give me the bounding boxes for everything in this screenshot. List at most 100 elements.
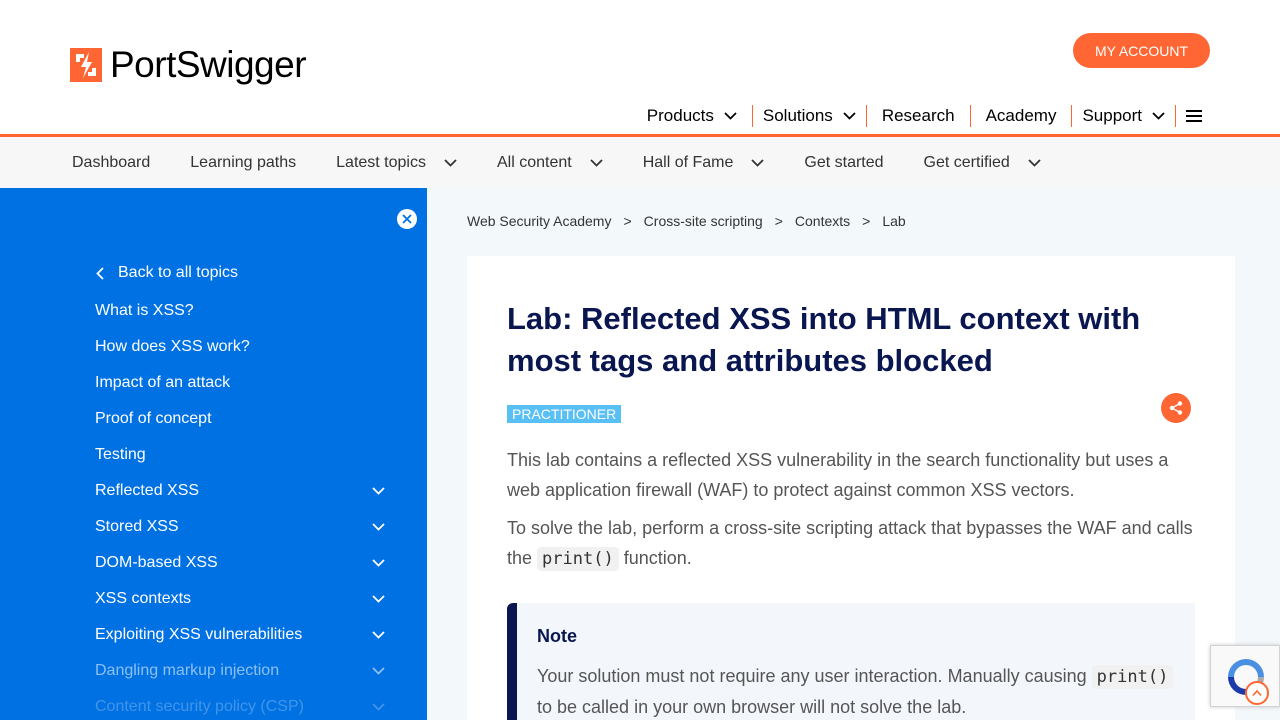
chevron-down-icon (590, 158, 603, 167)
note-title: Note (537, 626, 577, 646)
nav-support-label: Support (1082, 106, 1142, 125)
nav-academy-label: Academy (985, 106, 1057, 125)
chevron-down-icon (1028, 158, 1041, 167)
sidebar-item-what-is-xss[interactable]: What is XSS? (95, 293, 385, 329)
sidebar-item-label: Impact of an attack (95, 374, 231, 391)
chevron-down-icon (843, 112, 856, 120)
subnav-get-certified-label: Get certified (923, 153, 1010, 171)
sidebar-item-label: How does XSS work? (95, 338, 250, 355)
sidebar-item-label: Exploiting XSS vulnerabilities (95, 626, 303, 643)
chevron-left-icon (96, 266, 104, 280)
sidebar-item-testing[interactable]: Testing (95, 437, 385, 473)
instructions-text-end: function. (618, 548, 692, 568)
share-icon (1169, 401, 1183, 415)
page-title: Lab: Reflected XSS into HTML context wit… (507, 301, 1141, 378)
breadcrumb: Web Security Academy > Cross-site script… (467, 213, 906, 229)
sidebar-item-how-xss-works[interactable]: How does XSS work? (95, 329, 385, 365)
subnav-get-started-label: Get started (804, 153, 884, 171)
menu-button[interactable] (1175, 105, 1212, 127)
portswigger-logo[interactable]: PortSwigger (70, 44, 307, 86)
sidebar-item-label: Reflected XSS (95, 482, 200, 499)
close-icon (402, 214, 412, 224)
breadcrumb-lab[interactable]: Lab (882, 213, 905, 229)
chevron-down-icon[interactable] (372, 703, 385, 711)
sidebar-item-dangling-markup[interactable]: Dangling markup injection (95, 653, 385, 689)
sidebar-item-proof-of-concept[interactable]: Proof of concept (95, 401, 385, 437)
nav-research-label: Research (881, 106, 955, 125)
logo-text: PortSwigger (110, 44, 307, 85)
print-code: print() (1091, 665, 1174, 689)
hamburger-menu-icon (1186, 109, 1202, 123)
chevron-down-icon[interactable] (372, 667, 385, 675)
chevron-down-icon (1152, 112, 1165, 120)
nav-solutions-label: Solutions (762, 106, 833, 125)
chevron-down-icon[interactable] (372, 631, 385, 639)
chevron-down-icon[interactable] (372, 595, 385, 603)
chevron-down-icon[interactable] (372, 559, 385, 567)
back-to-topics-label: Back to all topics (118, 264, 239, 281)
nav-products-label: Products (646, 106, 714, 125)
academy-subnav: Dashboard Learning paths Latest topics A… (0, 137, 1280, 188)
breadcrumb-separator: > (774, 213, 783, 229)
note-text-start: Your solution must not require any user … (537, 666, 1092, 686)
chevron-down-icon (724, 112, 737, 120)
my-account-button[interactable]: MY ACCOUNT (1073, 33, 1210, 68)
sidebar-item-label: Dangling markup injection (95, 662, 280, 679)
top-nav: Products Solutions Research Academy Supp… (647, 104, 1212, 128)
subnav-all-content-label: All content (496, 153, 572, 171)
sidebar-item-label: Proof of concept (95, 410, 212, 427)
print-code: print() (537, 547, 619, 571)
sidebar-item-label: Stored XSS (95, 518, 179, 535)
subnav-get-certified[interactable]: Get certified (924, 154, 1041, 172)
scroll-to-top-button[interactable] (1245, 681, 1269, 705)
chevron-down-icon (751, 158, 765, 167)
lab-instructions: To solve the lab, perform a cross-site s… (507, 513, 1197, 574)
nav-academy[interactable]: Academy (969, 105, 1072, 127)
sidebar-item-label: Content security policy (CSP) (95, 698, 304, 715)
sidebar-item-impact[interactable]: Impact of an attack (95, 365, 385, 401)
subnav-hall-of-fame-label: Hall of Fame (642, 153, 734, 171)
sidebar-item-stored-xss[interactable]: Stored XSS (95, 509, 385, 545)
level-badge: PRACTITIONER (507, 405, 622, 423)
chevron-up-icon (1252, 689, 1262, 697)
note-text: Your solution must not require any user … (537, 661, 1177, 720)
close-sidebar-button[interactable] (397, 209, 417, 229)
chevron-down-icon (444, 158, 457, 167)
sidebar-item-csp[interactable]: Content security policy (CSP) (95, 689, 385, 720)
sidebar-item-label: XSS contexts (95, 590, 192, 607)
sidebar-item-reflected-xss[interactable]: Reflected XSS (95, 473, 385, 509)
note-text-end: to be called in your own browser will no… (537, 697, 967, 717)
site-header: PortSwigger MY ACCOUNT Products Solution… (0, 0, 1280, 137)
subnav-learning-paths[interactable]: Learning paths (190, 154, 296, 172)
sidebar-item-xss-contexts[interactable]: XSS contexts (95, 581, 385, 617)
nav-support[interactable]: Support (1071, 105, 1175, 127)
sidebar-menu: What is XSS? How does XSS work? Impact o… (95, 293, 385, 720)
breadcrumb-separator: > (623, 213, 632, 229)
subnav-latest-topics-label: Latest topics (336, 153, 426, 171)
share-button[interactable] (1161, 393, 1191, 423)
breadcrumb-contexts[interactable]: Contexts (795, 213, 850, 229)
subnav-dashboard-label: Dashboard (72, 153, 151, 171)
subnav-latest-topics[interactable]: Latest topics (336, 154, 457, 172)
nav-research[interactable]: Research (865, 105, 970, 127)
sidebar-item-dom-xss[interactable]: DOM-based XSS (95, 545, 385, 581)
nav-products[interactable]: Products (647, 105, 752, 127)
sidebar-item-label: DOM-based XSS (95, 554, 218, 571)
sidebar-item-label: What is XSS? (95, 302, 194, 319)
breadcrumb-separator: > (862, 213, 871, 229)
nav-solutions[interactable]: Solutions (751, 105, 866, 127)
lab-description: This lab contains a reflected XSS vulner… (507, 450, 1169, 500)
breadcrumb-academy[interactable]: Web Security Academy (467, 213, 611, 229)
chevron-down-icon[interactable] (372, 487, 385, 495)
breadcrumb-xss[interactable]: Cross-site scripting (644, 213, 763, 229)
subnav-get-started[interactable]: Get started (804, 154, 883, 172)
sidebar-item-label: Testing (95, 446, 146, 463)
sidebar-item-exploiting-xss[interactable]: Exploiting XSS vulnerabilities (95, 617, 385, 653)
portswigger-logo-icon (70, 48, 102, 82)
back-to-topics-link[interactable]: Back to all topics (96, 264, 238, 282)
subnav-all-content[interactable]: All content (497, 154, 603, 172)
subnav-learning-paths-label: Learning paths (190, 153, 297, 171)
subnav-hall-of-fame[interactable]: Hall of Fame (643, 154, 765, 172)
chevron-down-icon[interactable] (372, 523, 385, 531)
subnav-dashboard[interactable]: Dashboard (72, 154, 150, 172)
